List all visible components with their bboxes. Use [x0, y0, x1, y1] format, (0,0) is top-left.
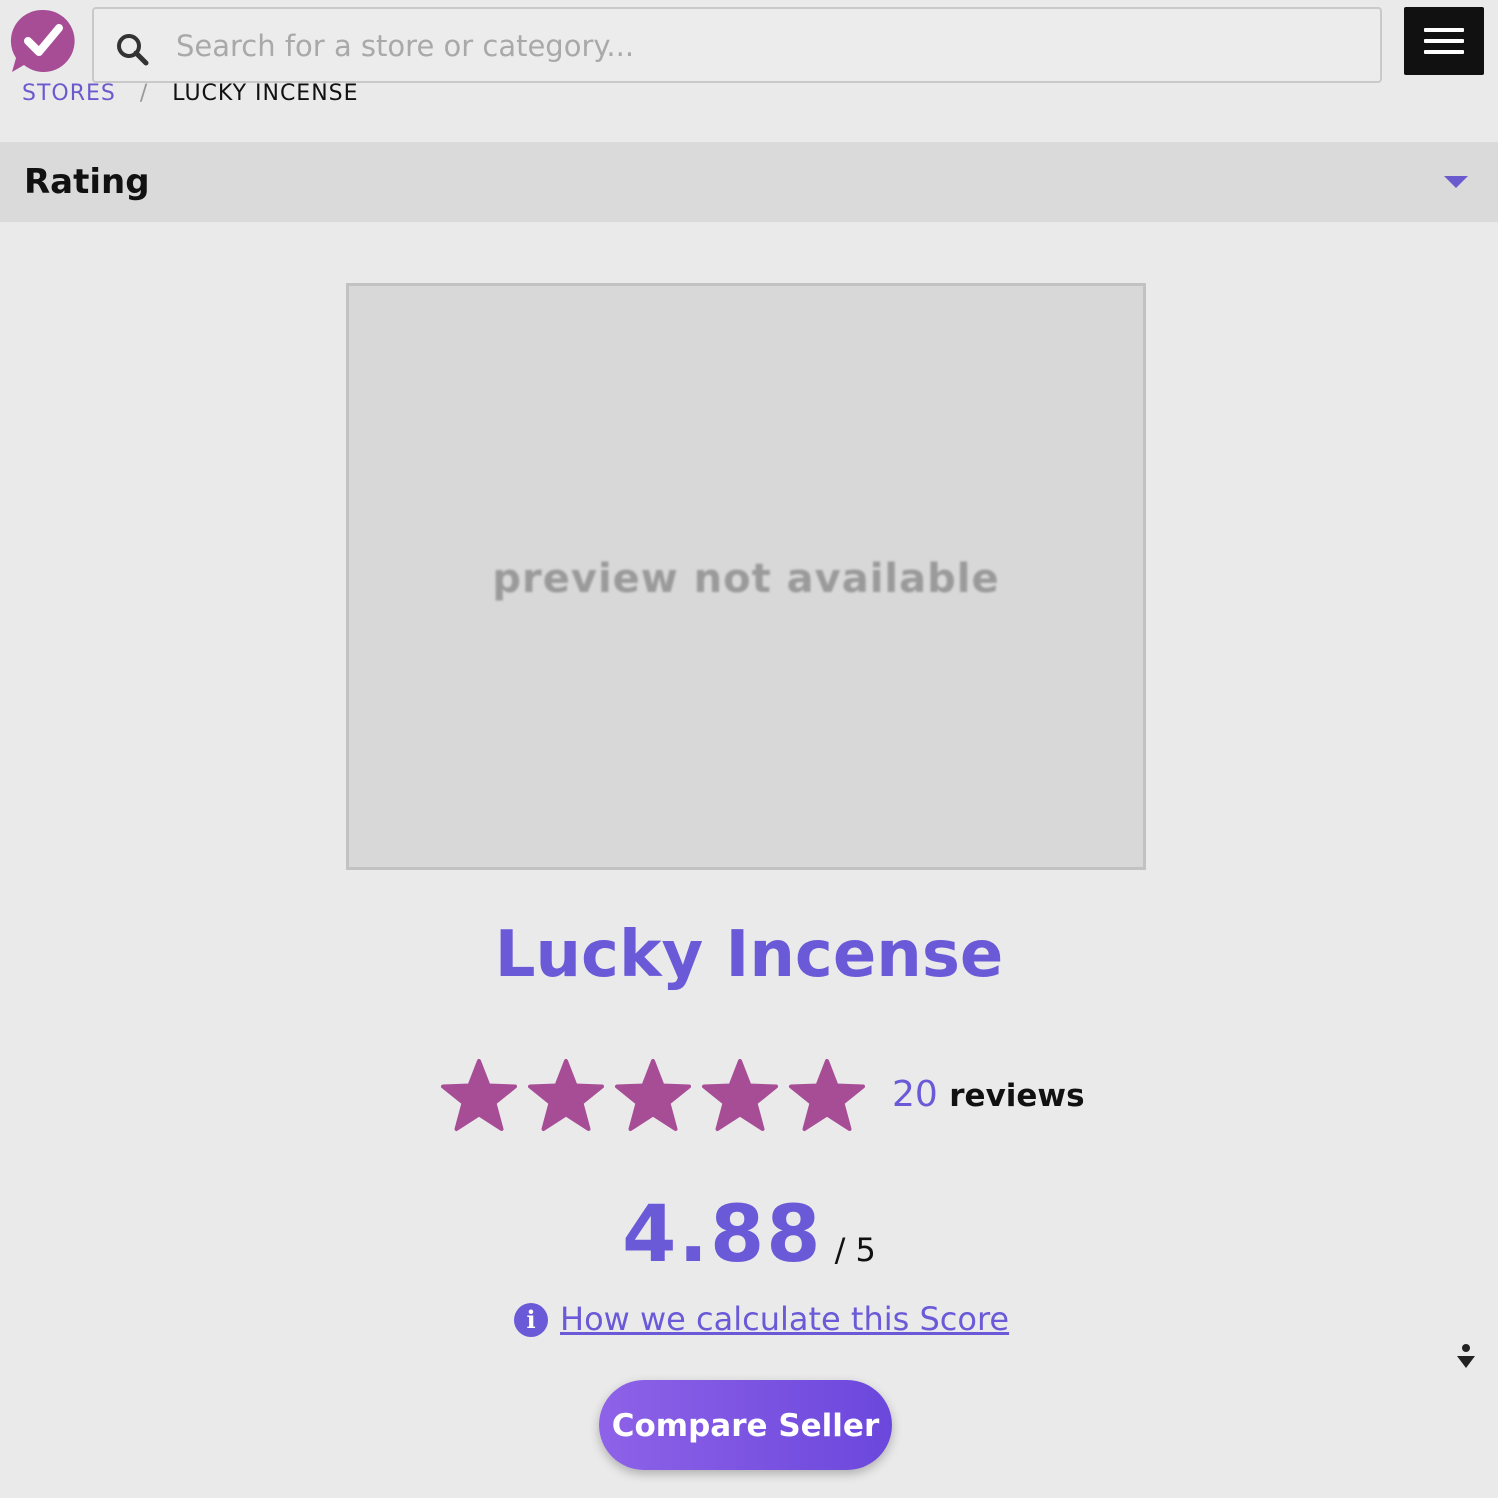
store-name: Lucky Incense	[494, 918, 1004, 992]
hamburger-icon	[1424, 28, 1464, 32]
scroll-down-icon[interactable]	[1454, 1342, 1478, 1372]
breadcrumb: STORES / LUCKY INCENSE	[22, 78, 359, 103]
review-count-number[interactable]: 20	[892, 1074, 938, 1115]
breadcrumb-separator: /	[139, 81, 149, 103]
breadcrumb-stores-link[interactable]: STORES	[22, 81, 116, 103]
star-icon	[528, 1059, 604, 1131]
review-count: 20 reviews	[892, 1074, 1085, 1115]
preview-placeholder-text: preview not available	[492, 556, 1000, 602]
compare-seller-button[interactable]: Compare Seller	[599, 1380, 892, 1470]
star-icon	[702, 1059, 778, 1131]
star-icon	[615, 1059, 691, 1131]
info-icon: i	[514, 1303, 548, 1337]
store-preview-image: preview not available	[346, 283, 1146, 870]
search-input[interactable]	[174, 19, 1358, 73]
score-max: / 5	[834, 1231, 876, 1269]
search-icon	[117, 34, 149, 66]
calculate-score-link-text[interactable]: How we calculate this Score	[560, 1300, 1009, 1338]
chevron-down-icon[interactable]	[1444, 176, 1468, 188]
breadcrumb-current: LUCKY INCENSE	[172, 81, 359, 103]
rating-label: Rating	[24, 162, 150, 202]
search-bar[interactable]	[92, 7, 1382, 83]
logo-icon[interactable]	[10, 8, 76, 74]
score: 4.88 / 5	[0, 1190, 1498, 1280]
rating-accordion[interactable]: Rating	[0, 142, 1498, 222]
star-icon	[441, 1059, 517, 1131]
header	[0, 0, 1498, 90]
hamburger-icon-line	[1424, 50, 1464, 54]
menu-button[interactable]	[1404, 7, 1484, 75]
star-icon	[789, 1059, 865, 1131]
score-value: 4.88	[622, 1190, 823, 1280]
hamburger-icon-line	[1424, 39, 1464, 43]
review-count-label: reviews	[949, 1078, 1085, 1114]
